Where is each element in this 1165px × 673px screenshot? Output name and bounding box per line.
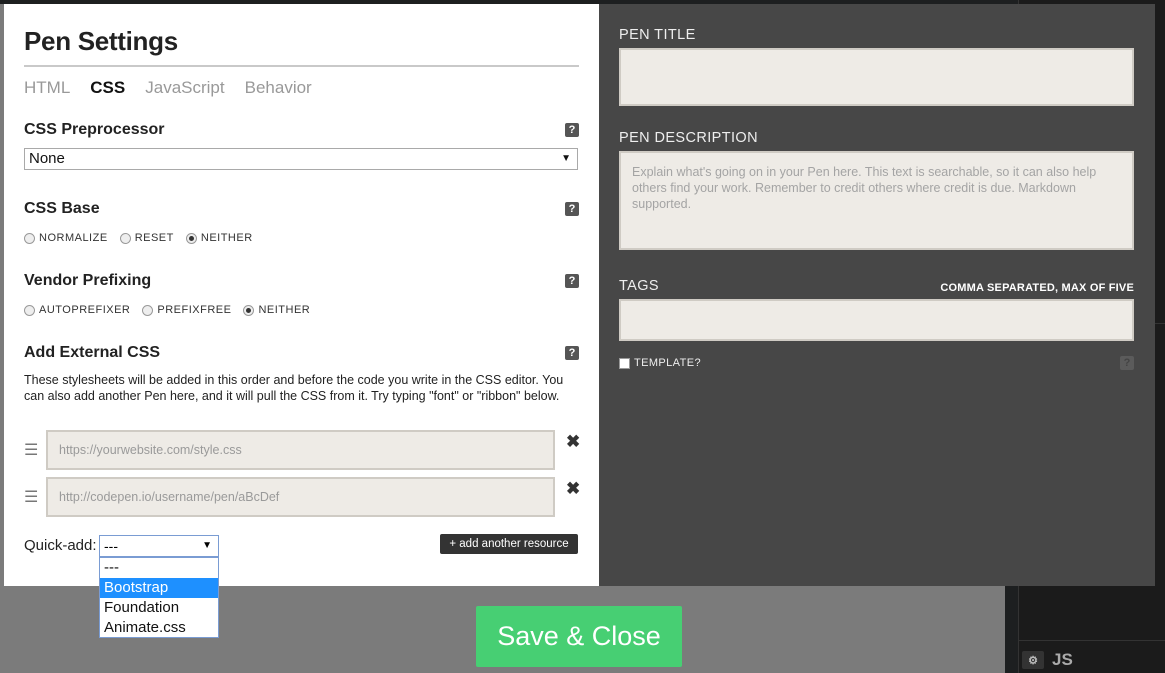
tab-css[interactable]: CSS xyxy=(90,78,125,98)
tab-behavior[interactable]: Behavior xyxy=(245,78,312,98)
pen-title-label: PEN TITLE xyxy=(619,27,696,43)
resource-url-input[interactable]: http://codepen.io/username/pen/aBcDef xyxy=(46,477,555,517)
help-icon[interactable]: ? xyxy=(565,346,579,360)
tab-javascript[interactable]: JavaScript xyxy=(145,78,224,98)
radio-neither[interactable]: NEITHER xyxy=(185,232,253,244)
gear-icon[interactable]: ⚙ xyxy=(1022,651,1044,669)
tab-html[interactable]: HTML xyxy=(24,78,70,98)
template-label: TEMPLATE? xyxy=(634,357,701,369)
css-base-options: NORMALIZE RESET NEITHER xyxy=(24,232,253,244)
radio-label: RESET xyxy=(134,232,174,244)
save-close-button[interactable]: Save & Close xyxy=(476,606,682,667)
css-preprocessor-value: None xyxy=(29,150,65,167)
dropdown-option[interactable]: Foundation xyxy=(100,598,218,618)
editor-divider xyxy=(1018,640,1165,641)
tags-label: TAGS xyxy=(619,278,660,294)
settings-tabs: HTML CSS JavaScript Behavior xyxy=(24,78,312,98)
chevron-down-icon: ▼ xyxy=(561,153,571,164)
pen-title-input[interactable] xyxy=(619,48,1134,106)
radio-prefixfree[interactable]: PREFIXFREE xyxy=(142,304,231,316)
radio-button[interactable] xyxy=(119,232,131,244)
drag-handle-icon[interactable]: ☰ xyxy=(24,440,38,460)
radio-normalize[interactable]: NORMALIZE xyxy=(24,232,108,244)
css-preprocessor-heading: CSS Preprocessor xyxy=(24,121,165,138)
radio-button[interactable] xyxy=(243,304,255,316)
help-icon[interactable]: ? xyxy=(1120,356,1134,370)
radio-label: PREFIXFREE xyxy=(157,304,232,316)
page-title: Pen Settings xyxy=(24,26,178,56)
chevron-down-icon: ▼ xyxy=(202,540,212,551)
external-css-description: These stylesheets will be added in this … xyxy=(24,373,564,403)
title-divider xyxy=(24,65,579,67)
pen-description-label: PEN DESCRIPTION xyxy=(619,130,758,146)
help-icon[interactable]: ? xyxy=(565,123,579,137)
close-icon[interactable]: ✖ xyxy=(566,479,580,499)
tags-input[interactable] xyxy=(619,299,1134,341)
radio-button[interactable] xyxy=(185,232,197,244)
resource-row: ☰ https://yourwebsite.com/style.css ✖ xyxy=(24,430,580,470)
tags-hint: COMMA SEPARATED, MAX OF FIVE xyxy=(940,282,1134,294)
radio-reset[interactable]: RESET xyxy=(119,232,174,244)
radio-label: NEITHER xyxy=(258,304,311,316)
add-resource-button[interactable]: + add another resource xyxy=(440,534,578,554)
radio-label: NORMALIZE xyxy=(39,232,108,244)
pen-info-panel: PEN TITLE PEN DESCRIPTION Explain what's… xyxy=(599,4,1155,586)
vendor-prefixing-options: AUTOPREFIXER PREFIXFREE NEITHER xyxy=(24,304,310,316)
drag-handle-icon[interactable]: ☰ xyxy=(24,487,38,507)
pen-settings-panel: Pen Settings HTML CSS JavaScript Behavio… xyxy=(4,4,599,586)
help-icon[interactable]: ? xyxy=(565,202,579,216)
radio-label: AUTOPREFIXER xyxy=(39,304,131,316)
radio-button[interactable] xyxy=(24,232,35,244)
close-icon[interactable]: ✖ xyxy=(566,432,580,452)
radio-button[interactable] xyxy=(24,304,35,316)
radio-autoprefixer[interactable]: AUTOPREFIXER xyxy=(24,304,130,316)
radio-neither[interactable]: NEITHER xyxy=(243,304,310,316)
radio-label: NEITHER xyxy=(200,232,253,244)
quick-add-value: --- xyxy=(104,538,118,554)
dropdown-option[interactable]: Animate.css xyxy=(100,618,218,638)
external-css-heading: Add External CSS xyxy=(24,344,161,361)
dropdown-option[interactable]: --- xyxy=(100,558,218,578)
dropdown-option[interactable]: Bootstrap xyxy=(100,578,218,598)
description-placeholder: Explain what's going on in your Pen here… xyxy=(632,165,1097,211)
quick-add-label: Quick-add: xyxy=(24,537,97,554)
pen-description-textarea[interactable]: Explain what's going on in your Pen here… xyxy=(619,151,1134,250)
resource-url-input[interactable]: https://yourwebsite.com/style.css xyxy=(46,430,555,470)
resource-row: ☰ http://codepen.io/username/pen/aBcDef … xyxy=(24,477,580,517)
quick-add-dropdown: --- Bootstrap Foundation Animate.css xyxy=(99,557,219,638)
css-preprocessor-select[interactable]: None ▼ xyxy=(24,148,578,170)
template-checkbox[interactable] xyxy=(619,357,630,369)
template-checkbox-row[interactable]: TEMPLATE? xyxy=(619,357,701,369)
quick-add-select[interactable]: --- ▼ xyxy=(99,535,219,557)
js-editor-header: ⚙ JS xyxy=(1022,650,1073,670)
css-base-heading: CSS Base xyxy=(24,200,100,217)
help-icon[interactable]: ? xyxy=(565,274,579,288)
vendor-prefixing-heading: Vendor Prefixing xyxy=(24,272,152,289)
radio-button[interactable] xyxy=(142,304,154,316)
js-editor-label: JS xyxy=(1052,650,1073,669)
